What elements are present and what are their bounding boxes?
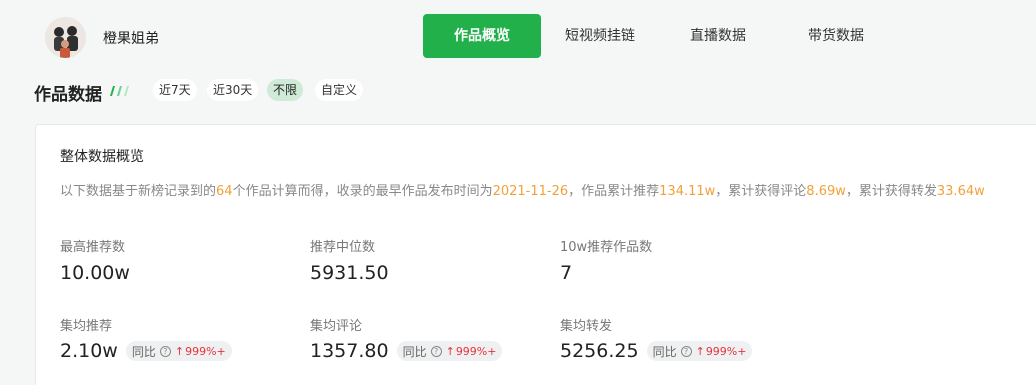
metric-label: 10w推荐作品数 [560, 240, 653, 255]
summary-text: ，累计获得评论 [715, 184, 807, 199]
metric-10w-works: 10w推荐作品数 7 [560, 236, 652, 284]
total-shares: 33.64w [936, 184, 985, 199]
metric-label: 集均转发 [560, 319, 613, 334]
metric-value: 2.10w [60, 340, 118, 362]
metric-label: 推荐中位数 [310, 240, 376, 255]
metric-median-recommend: 推荐中位数 5931.50 [310, 236, 389, 284]
metric-avg-shares: 集均转发 5256.25 同比 ? ↑ 999%+ [560, 315, 753, 362]
help-icon[interactable]: ? [430, 345, 442, 357]
range-30-days[interactable]: 近30天 [207, 79, 259, 101]
arrow-up-icon: ↑ [174, 344, 185, 358]
range-custom[interactable]: 自定义 [315, 79, 364, 101]
summary-text: ，作品累计推荐 [568, 184, 660, 199]
top-header: 橙果姐弟 作品概览 短视频挂链 直播数据 带货数据 [0, 0, 1036, 74]
avatar-image [45, 17, 86, 58]
metric-label: 集均评论 [310, 319, 363, 334]
yoy-badge: 同比 ? ↑ 999%+ [646, 341, 753, 361]
total-comments: 8.69w [806, 184, 846, 199]
metric-value: 1357.80 [310, 340, 389, 362]
tab-short-video-links[interactable]: 短视频挂链 [548, 14, 652, 58]
overview-card: 整体数据概览 以下数据基于新榜记录到的64个作品计算而得，收录的最早作品发布时间… [35, 124, 1036, 385]
yoy-value: 999%+ [455, 344, 497, 358]
overview-summary: 以下数据基于新榜记录到的64个作品计算而得，收录的最早作品发布时间为2021-1… [60, 180, 985, 199]
yoy-value: 999%+ [705, 344, 747, 358]
summary-text: 以下数据基于新榜记录到的 [60, 184, 217, 199]
username: 橙果姐弟 [103, 31, 159, 47]
metric-avg-comments: 集均评论 1357.80 同比 ? ↑ 999%+ [310, 315, 503, 362]
summary-text: 个作品计算而得，收录的最早作品发布时间为 [232, 184, 493, 199]
earliest-date: 2021-11-26 [492, 184, 569, 199]
metric-label: 最高推荐数 [60, 240, 126, 255]
yoy-badge: 同比 ? ↑ 999%+ [125, 341, 232, 361]
works-count: 64 [216, 184, 233, 199]
tab-works-overview[interactable]: 作品概览 [423, 14, 541, 58]
metric-value: 10.00w [60, 262, 130, 284]
range-7-days[interactable]: 近7天 [153, 79, 197, 101]
yoy-label: 同比 [402, 344, 427, 359]
title-decoration-icon [110, 86, 129, 96]
overview-title: 整体数据概览 [60, 149, 144, 165]
arrow-up-icon: ↑ [445, 344, 455, 358]
yoy-label: 同比 [131, 344, 156, 359]
avatar[interactable] [45, 17, 86, 58]
metric-value: 7 [560, 262, 573, 284]
range-unlimited[interactable]: 不限 [267, 79, 304, 101]
yoy-value: 999%+ [185, 344, 226, 358]
metric-value: 5931.50 [310, 262, 389, 284]
tab-live-data[interactable]: 直播数据 [670, 14, 766, 58]
metric-label: 集均推荐 [60, 319, 113, 334]
yoy-badge: 同比 ? ↑ 999%+ [396, 341, 503, 361]
metric-value: 5256.25 [560, 340, 639, 362]
yoy-label: 同比 [652, 344, 677, 359]
help-icon[interactable]: ? [680, 345, 692, 357]
metric-max-recommend: 最高推荐数 10.00w [60, 236, 130, 284]
arrow-up-icon: ↑ [695, 344, 705, 358]
metric-avg-recommend: 集均推荐 2.10w 同比 ? ↑ 999%+ [60, 315, 232, 362]
total-recommend: 134.11w [659, 184, 716, 199]
tab-sales-data[interactable]: 带货数据 [788, 14, 884, 58]
summary-text: ，累计获得转发 [845, 184, 937, 199]
section-title: 作品数据 [34, 85, 102, 105]
help-icon[interactable]: ? [159, 345, 171, 357]
